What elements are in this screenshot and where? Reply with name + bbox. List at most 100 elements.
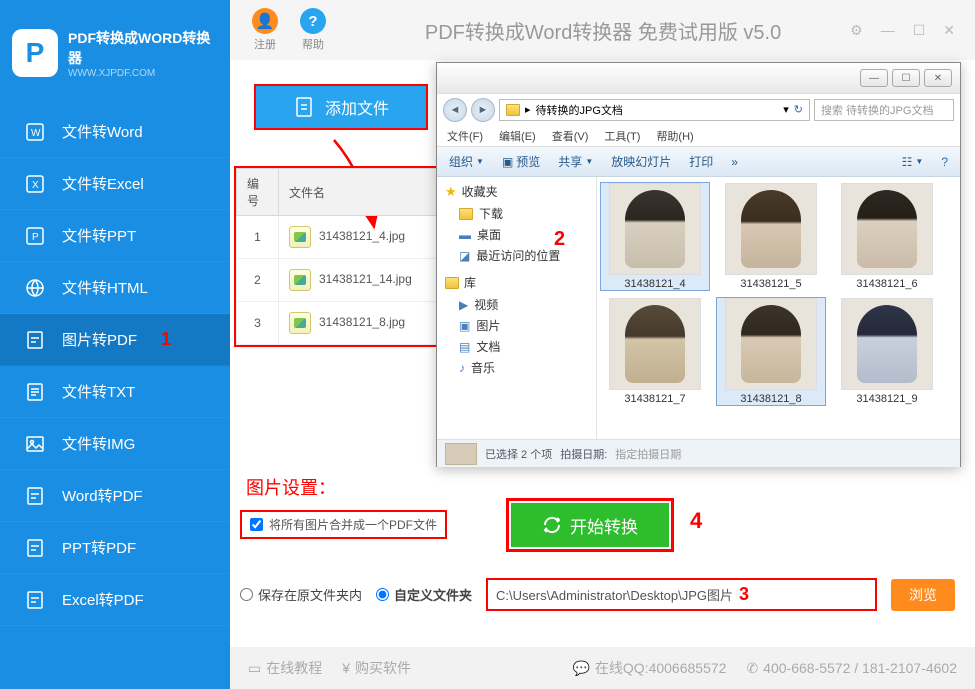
breadcrumb[interactable]: ▸ 待转换的JPG文档▾ ↻ (499, 99, 810, 121)
menu-view[interactable]: 查看(V) (552, 128, 589, 144)
qq-contact[interactable]: 💬 在线QQ:4006685572 (572, 658, 726, 678)
thumb-image (841, 183, 933, 275)
sidebar-item-excel2pdf[interactable]: Excel转PDF (0, 574, 230, 626)
browse-button[interactable]: 浏览 (891, 579, 955, 611)
menu-edit[interactable]: 编辑(E) (499, 128, 536, 144)
img-icon (24, 433, 46, 455)
output-custom-radio[interactable]: 自定义文件夹 (376, 585, 472, 604)
dialog-statusbar: 已选择 2 个项 拍摄日期: 指定拍摄日期 (437, 439, 960, 467)
file-plus-icon (293, 96, 315, 118)
menu-file[interactable]: 文件(F) (447, 128, 483, 144)
sidebar-item-word2pdf[interactable]: Word转PDF (0, 470, 230, 522)
output-path-input[interactable]: C:\Users\Administrator\Desktop\JPG图片 3 (486, 578, 877, 611)
tool-view-icon[interactable]: ☷ ▼ (902, 155, 924, 169)
txt-icon (24, 381, 46, 403)
tree-libraries[interactable]: 库 (445, 274, 588, 291)
tool-share[interactable]: 共享 ▼ (558, 153, 593, 170)
dialog-minimize-icon[interactable]: — (860, 69, 888, 87)
thumbnail-item[interactable]: 31438121_6 (833, 183, 941, 290)
dialog-toolbar: 组织 ▼ ▣ 预览 共享 ▼ 放映幻灯片 打印 » ☷ ▼ ? (437, 147, 960, 177)
minimize-icon[interactable]: — (881, 22, 895, 39)
tree-music[interactable]: ♪音乐 (445, 357, 588, 378)
tree-videos[interactable]: ▶视频 (445, 294, 588, 315)
image-icon (289, 312, 311, 334)
image-icon (289, 226, 311, 248)
buy-link[interactable]: ¥ 购买软件 (342, 658, 411, 678)
nav-forward-icon[interactable]: ► (471, 98, 495, 122)
sidebar-item-ppt2pdf[interactable]: PPT转PDF (0, 522, 230, 574)
star-icon: ★ (445, 184, 457, 200)
dialog-nav: ◄ ► ▸ 待转换的JPG文档▾ ↻ 搜索 待转换的JPG文档 (437, 93, 960, 125)
thumb-label: 31438121_7 (624, 393, 685, 405)
sidebar-item-img[interactable]: 文件转IMG (0, 418, 230, 470)
status-date-value[interactable]: 指定拍摄日期 (615, 446, 681, 462)
start-convert-button[interactable]: 开始转换 (511, 503, 669, 547)
word-icon: W (24, 121, 46, 143)
thumb-label: 31438121_9 (856, 393, 917, 405)
tutorial-link[interactable]: ▭ 在线教程 (248, 658, 322, 678)
close-icon[interactable]: ✕ (943, 22, 955, 39)
merge-checkbox[interactable] (250, 518, 263, 531)
sidebar-item-label: 文件转HTML (62, 277, 148, 298)
tree-favorites[interactable]: ★收藏夹 (445, 183, 588, 200)
tree-documents[interactable]: ▤文档 (445, 336, 588, 357)
thumbnail-item[interactable]: 31438121_4 (601, 183, 709, 290)
annotation-mark: 3 (739, 584, 749, 605)
tree-downloads[interactable]: 下载 (445, 203, 588, 224)
excel-icon: X (24, 173, 46, 195)
tool-help-icon[interactable]: ? (941, 155, 948, 169)
sidebar-item-excel[interactable]: X文件转Excel (0, 158, 230, 210)
menu-tools[interactable]: 工具(T) (604, 128, 640, 144)
thumbnail-item[interactable]: 31438121_5 (717, 183, 825, 290)
sidebar-item-txt[interactable]: 文件转TXT (0, 366, 230, 418)
recent-icon: ◪ (459, 249, 470, 263)
maximize-icon[interactable]: ☐ (913, 22, 926, 39)
dialog-close-icon[interactable]: ✕ (924, 69, 952, 87)
sidebar-item-ppt[interactable]: P文件转PPT (0, 210, 230, 262)
thumb-image (725, 298, 817, 390)
cell-no: 1 (237, 216, 279, 259)
thumbnail-item[interactable]: 31438121_9 (833, 298, 941, 405)
start-button-highlight: 开始转换 (506, 498, 674, 552)
folder-icon (459, 208, 473, 220)
sidebar-item-img2pdf[interactable]: 图片转PDF 1 (0, 314, 230, 366)
app-title: PDF转换成Word转换器 免费试用版 v5.0 (356, 16, 850, 45)
tool-slideshow[interactable]: 放映幻灯片 (611, 153, 671, 170)
thumbnail-item[interactable]: 31438121_8 (717, 298, 825, 405)
merge-label: 将所有图片合并成一个PDF文件 (269, 516, 437, 533)
help-button[interactable]: ? 帮助 (300, 8, 326, 52)
annotation-mark: 2 (554, 228, 565, 251)
register-button[interactable]: 👤 注册 (252, 8, 278, 52)
sidebar-item-label: 图片转PDF (62, 329, 137, 350)
menu-help[interactable]: 帮助(H) (656, 128, 693, 144)
thumb-label: 31438121_4 (624, 278, 685, 290)
setting-icon[interactable]: ⚙ (850, 22, 863, 39)
thumb-image (841, 298, 933, 390)
add-file-button[interactable]: 添加文件 (256, 86, 426, 128)
phone-contact[interactable]: ✆ 400-668-5572 / 181-2107-4602 (746, 660, 957, 677)
tool-organize[interactable]: 组织 ▼ (449, 153, 484, 170)
sidebar-item-html[interactable]: 文件转HTML (0, 262, 230, 314)
dialog-maximize-icon[interactable]: ☐ (892, 69, 920, 87)
tree-pictures[interactable]: ▣图片 (445, 315, 588, 336)
tool-preview[interactable]: ▣ 预览 (502, 153, 540, 170)
search-input[interactable]: 搜索 待转换的JPG文档 (814, 99, 954, 121)
sidebar-item-label: 文件转IMG (62, 433, 135, 454)
thumb-image (609, 183, 701, 275)
user-icon: 👤 (252, 8, 278, 34)
tree-recent[interactable]: ◪最近访问的位置 (445, 245, 588, 266)
tree-desktop[interactable]: ▬桌面 (445, 224, 588, 245)
sidebar-item-label: 文件转PPT (62, 225, 136, 246)
status-date-label: 拍摄日期: (560, 446, 607, 462)
pdf-icon (24, 589, 46, 611)
tool-print[interactable]: 打印 (689, 153, 713, 170)
dialog-body: ★收藏夹 下载 ▬桌面 ◪最近访问的位置 库 ▶视频 ▣图片 ▤文档 ♪音乐 3… (437, 177, 960, 439)
nav-back-icon[interactable]: ◄ (443, 98, 467, 122)
thumbnail-item[interactable]: 31438121_7 (601, 298, 709, 405)
output-original-radio[interactable]: 保存在原文件夹内 (240, 585, 362, 604)
annotation-mark: 1 (161, 329, 171, 350)
refresh-icon (542, 515, 562, 535)
sidebar-item-word[interactable]: W文件转Word (0, 106, 230, 158)
add-file-highlight: 添加文件 (254, 84, 428, 130)
tool-more-icon[interactable]: » (731, 155, 738, 169)
